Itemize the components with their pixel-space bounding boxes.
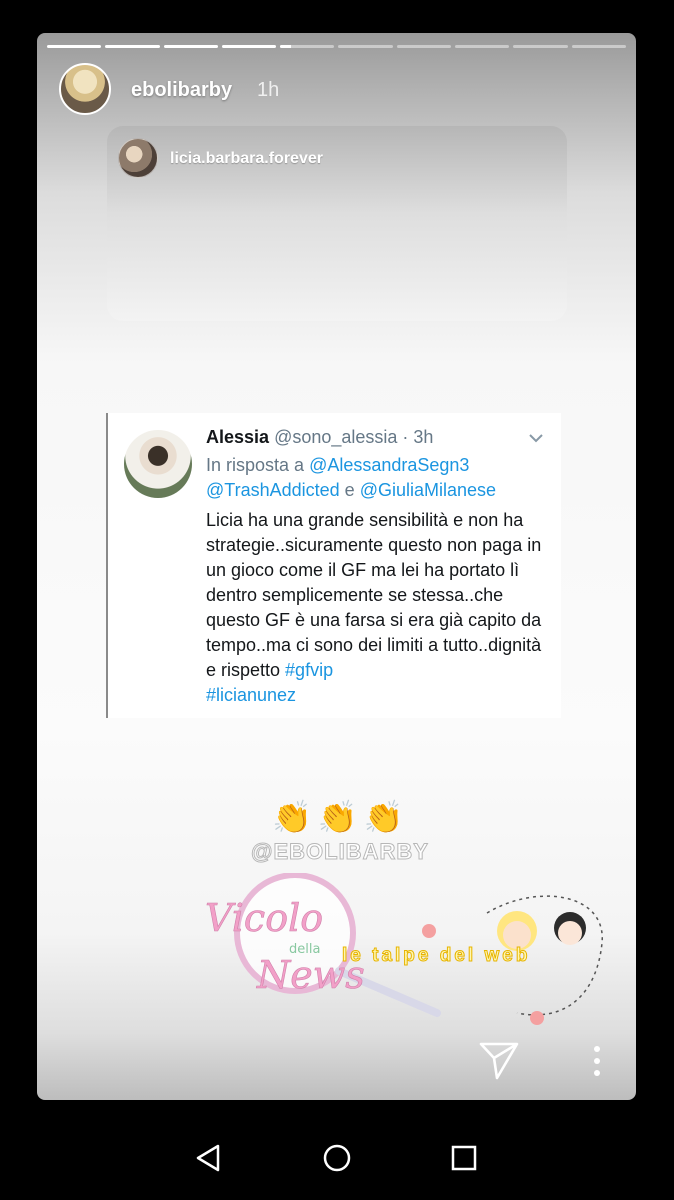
story-username[interactable]: ebolibarby [131, 79, 232, 102]
progress-segment [280, 45, 335, 48]
tweet-body: Licia ha una grande sensibilità e non ha… [206, 508, 556, 708]
tweet-hashtag: #gfvip [285, 660, 334, 680]
vicolo-text: Vicolo [205, 896, 323, 940]
progress-segment [338, 45, 393, 48]
reply-prefix: In risposta a [206, 455, 310, 475]
story-progress-bar [47, 45, 626, 48]
progress-segment [396, 45, 452, 48]
send-icon[interactable] [477, 1038, 521, 1082]
tweet-text: Licia ha una grande sensibilità e non ha… [206, 510, 542, 680]
more-vertical-icon[interactable] [585, 1043, 609, 1079]
progress-segment-fill [221, 45, 277, 48]
progress-segment-fill [105, 45, 160, 48]
tweet-avatar [124, 430, 192, 498]
reply-mention: @TrashAddicted [206, 480, 340, 500]
handle-watermark: @EBOLIBARBY [251, 839, 429, 865]
repost-avatar[interactable] [118, 138, 158, 178]
progress-segment-fill [47, 45, 102, 48]
user-avatar[interactable] [59, 63, 111, 115]
progress-segment-fill [280, 45, 292, 48]
clapping-hands-sticker: 👏👏👏 [272, 799, 410, 835]
android-navigation-bar [0, 1110, 674, 1200]
reposted-story-card[interactable]: licia.barbara.forever [107, 126, 567, 321]
reply-mention: @GiuliaMilanese [359, 480, 497, 500]
tweet-screenshot: Alessia @sono_alessia · 3h In risposta a… [106, 413, 561, 718]
story-viewer[interactable]: ebolibarby 1h licia.barbara.forever Ales… [37, 33, 636, 1100]
recents-square-icon[interactable] [446, 1140, 482, 1176]
reply-conjunction: e [339, 480, 360, 500]
tweet-time: 3h [413, 427, 434, 447]
progress-segment [47, 45, 102, 48]
tweet-author-handle: @sono_alessia [274, 427, 398, 447]
back-triangle-icon[interactable] [190, 1140, 226, 1176]
progress-segment [105, 45, 160, 48]
progress-segment-fill [163, 45, 218, 48]
story-time: 1h [257, 79, 280, 101]
reply-mention: @AlessandraSegn3 [309, 455, 470, 475]
repost-username[interactable]: licia.barbara.forever [170, 150, 323, 168]
progress-segment [513, 45, 568, 48]
progress-segment [221, 45, 277, 48]
tweet-author-name: Alessia [206, 427, 270, 447]
chevron-down-icon [529, 434, 543, 443]
progress-segment [571, 45, 626, 48]
home-circle-icon[interactable] [319, 1140, 355, 1176]
tweet-separator: · [397, 427, 414, 447]
talpe-del-web-text: le talpe del web [341, 945, 531, 967]
tweet-header: Alessia @sono_alessia · 3h [206, 427, 433, 448]
progress-segment [163, 45, 218, 48]
progress-segment [455, 45, 510, 48]
tweet-reply-to: In risposta a @AlessandraSegn3 @TrashAdd… [206, 453, 546, 503]
tweet-hashtag: #licianunez [206, 685, 297, 705]
